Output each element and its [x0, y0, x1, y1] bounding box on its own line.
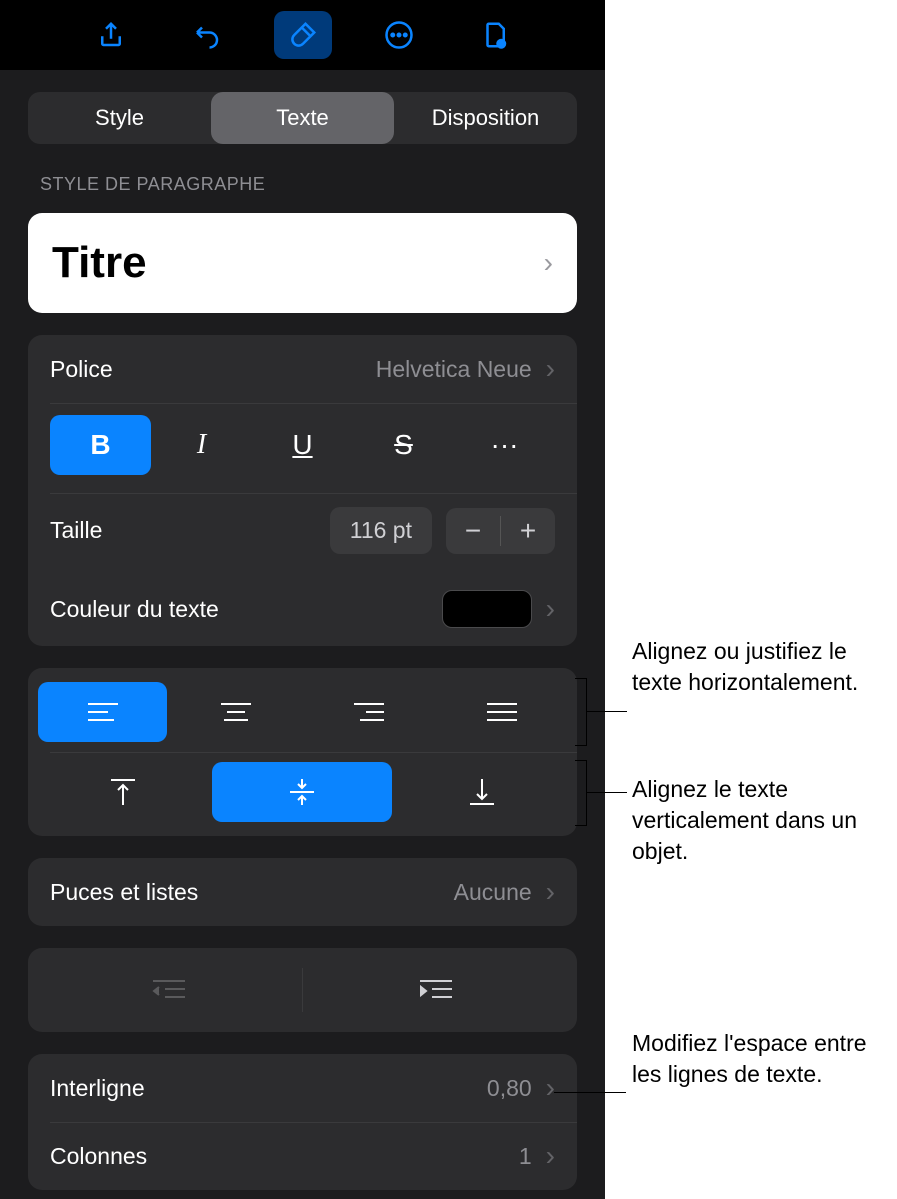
bold-button[interactable]: B	[50, 415, 151, 475]
valign-bottom-icon	[468, 777, 496, 807]
bullets-label: Puces et listes	[50, 879, 198, 906]
underline-button[interactable]: U	[252, 415, 353, 475]
italic-glyph: I	[197, 429, 206, 461]
font-value: Helvetica Neue	[376, 356, 532, 383]
spacing-card: Interligne 0,80 › Colonnes 1 ›	[28, 1054, 577, 1190]
bullets-row[interactable]: Puces et listes Aucune ›	[28, 858, 577, 926]
share-icon	[96, 20, 126, 50]
segmented-control: Style Texte Disposition	[28, 92, 577, 144]
valign-middle-icon	[288, 777, 316, 807]
brush-icon	[288, 20, 318, 50]
callout-vert-text: Alignez le texte verticalement dans un o…	[632, 776, 857, 864]
chevron-right-icon: ›	[546, 1072, 555, 1104]
valign-bottom-button[interactable]	[397, 762, 567, 822]
lineheight-value-wrap: 0,80 ›	[487, 1072, 555, 1104]
paragraph-style-label: STYLE DE PARAGRAPHE	[0, 144, 605, 205]
color-swatch[interactable]	[442, 590, 532, 628]
tab-text[interactable]: Texte	[211, 92, 394, 144]
strikethrough-button[interactable]: S	[353, 415, 454, 475]
tab-layout[interactable]: Disposition	[394, 92, 577, 144]
align-left-button[interactable]	[38, 682, 167, 742]
columns-value-wrap: 1 ›	[519, 1140, 555, 1172]
indent-row	[28, 948, 577, 1032]
undo-button[interactable]	[178, 11, 236, 59]
callout-horiz: Alignez ou justifiez le texte horizontal…	[632, 636, 882, 698]
chevron-right-icon: ›	[544, 247, 553, 279]
chevron-right-icon: ›	[546, 876, 555, 908]
document-settings-button[interactable]	[466, 11, 524, 59]
lineheight-row[interactable]: Interligne 0,80 ›	[28, 1054, 577, 1122]
callout-bracket-horiz	[575, 678, 587, 746]
alignment-card	[28, 668, 577, 836]
italic-button[interactable]: I	[151, 415, 252, 475]
lineheight-label: Interligne	[50, 1075, 145, 1102]
valign-middle-button[interactable]	[212, 762, 392, 822]
more-text-options-button[interactable]: ···	[454, 415, 555, 475]
callout-line	[587, 792, 627, 793]
align-right-icon	[352, 700, 386, 724]
font-style-buttons: B I U S ···	[28, 403, 577, 493]
chevron-right-icon: ›	[546, 353, 555, 385]
indent-button[interactable]	[303, 962, 569, 1018]
valign-top-icon	[109, 777, 137, 807]
chevron-right-icon: ›	[546, 1140, 555, 1172]
callout-spacing: Modifiez l'espace entre les lignes de te…	[632, 1028, 882, 1090]
size-decrease-button[interactable]: −	[446, 508, 500, 554]
columns-label: Colonnes	[50, 1143, 147, 1170]
text-color-row[interactable]: Couleur du texte ›	[28, 572, 577, 646]
size-value[interactable]: 116 pt	[330, 507, 432, 554]
indent-icon	[418, 977, 454, 1003]
size-increase-button[interactable]: +	[501, 508, 555, 554]
more-icon	[384, 20, 414, 50]
bullets-value-wrap: Aucune ›	[454, 876, 555, 908]
segmented-control-wrap: Style Texte Disposition	[0, 70, 605, 144]
undo-icon	[192, 20, 222, 50]
chevron-right-icon: ›	[546, 593, 555, 625]
format-panel: Style Texte Disposition STYLE DE PARAGRA…	[0, 0, 605, 1199]
vertical-align-row	[28, 752, 577, 836]
font-card: Police Helvetica Neue › B I U S ··· Tail…	[28, 335, 577, 646]
document-icon	[480, 20, 510, 50]
share-button[interactable]	[82, 11, 140, 59]
bullets-card: Puces et listes Aucune ›	[28, 858, 577, 926]
underline-glyph: U	[292, 429, 312, 461]
bullets-value: Aucune	[454, 879, 532, 906]
horizontal-align-row	[28, 668, 577, 752]
text-color-value-wrap: ›	[442, 590, 555, 628]
outdent-icon	[151, 977, 187, 1003]
tab-style[interactable]: Style	[28, 92, 211, 144]
valign-top-button[interactable]	[38, 762, 208, 822]
callout-bracket-vert	[575, 760, 587, 826]
top-toolbar	[0, 0, 605, 70]
format-brush-button[interactable]	[274, 11, 332, 59]
font-value-wrap: Helvetica Neue ›	[376, 353, 555, 385]
paragraph-style-name: Titre	[52, 238, 147, 288]
font-label: Police	[50, 356, 113, 383]
more-button[interactable]	[370, 11, 428, 59]
lineheight-value: 0,80	[487, 1075, 532, 1102]
callout-line	[554, 1092, 626, 1093]
columns-value: 1	[519, 1143, 532, 1170]
columns-row[interactable]: Colonnes 1 ›	[28, 1122, 577, 1190]
size-stepper: − +	[446, 508, 555, 554]
callout-vert: Alignez le texte verticalement dans un o…	[632, 774, 892, 867]
callout-horiz-text: Alignez ou justifiez le texte horizontal…	[632, 638, 858, 695]
outdent-button[interactable]	[36, 962, 302, 1018]
align-center-button[interactable]	[171, 682, 300, 742]
strike-glyph: S	[394, 429, 413, 461]
font-row[interactable]: Police Helvetica Neue ›	[28, 335, 577, 403]
size-row: Taille 116 pt − +	[28, 493, 577, 572]
paragraph-style-row[interactable]: Titre ›	[28, 213, 577, 313]
align-left-icon	[86, 700, 120, 724]
callout-line	[587, 711, 627, 712]
text-color-label: Couleur du texte	[50, 596, 219, 623]
indent-card	[28, 948, 577, 1032]
align-justify-button[interactable]	[438, 682, 567, 742]
size-label: Taille	[50, 517, 316, 544]
align-center-icon	[219, 700, 253, 724]
align-right-button[interactable]	[305, 682, 434, 742]
callout-spacing-text: Modifiez l'espace entre les lignes de te…	[632, 1030, 867, 1087]
align-justify-icon	[485, 700, 519, 724]
